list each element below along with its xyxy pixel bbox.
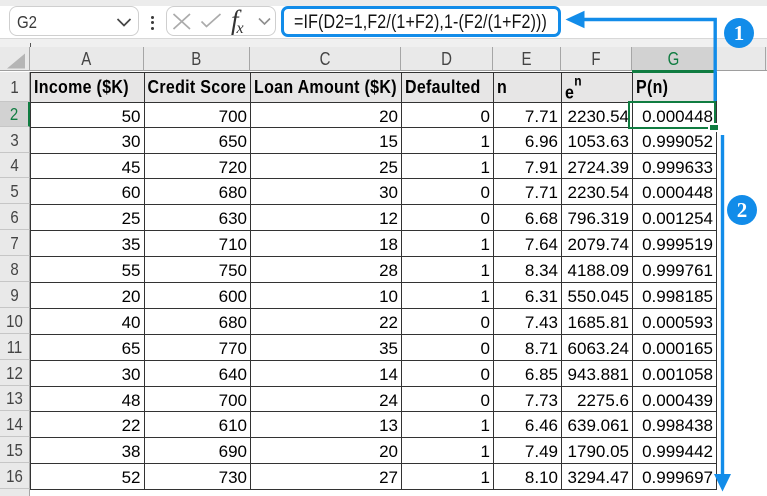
svg-text:2: 2 [737, 198, 748, 222]
svg-text:1: 1 [734, 21, 745, 45]
